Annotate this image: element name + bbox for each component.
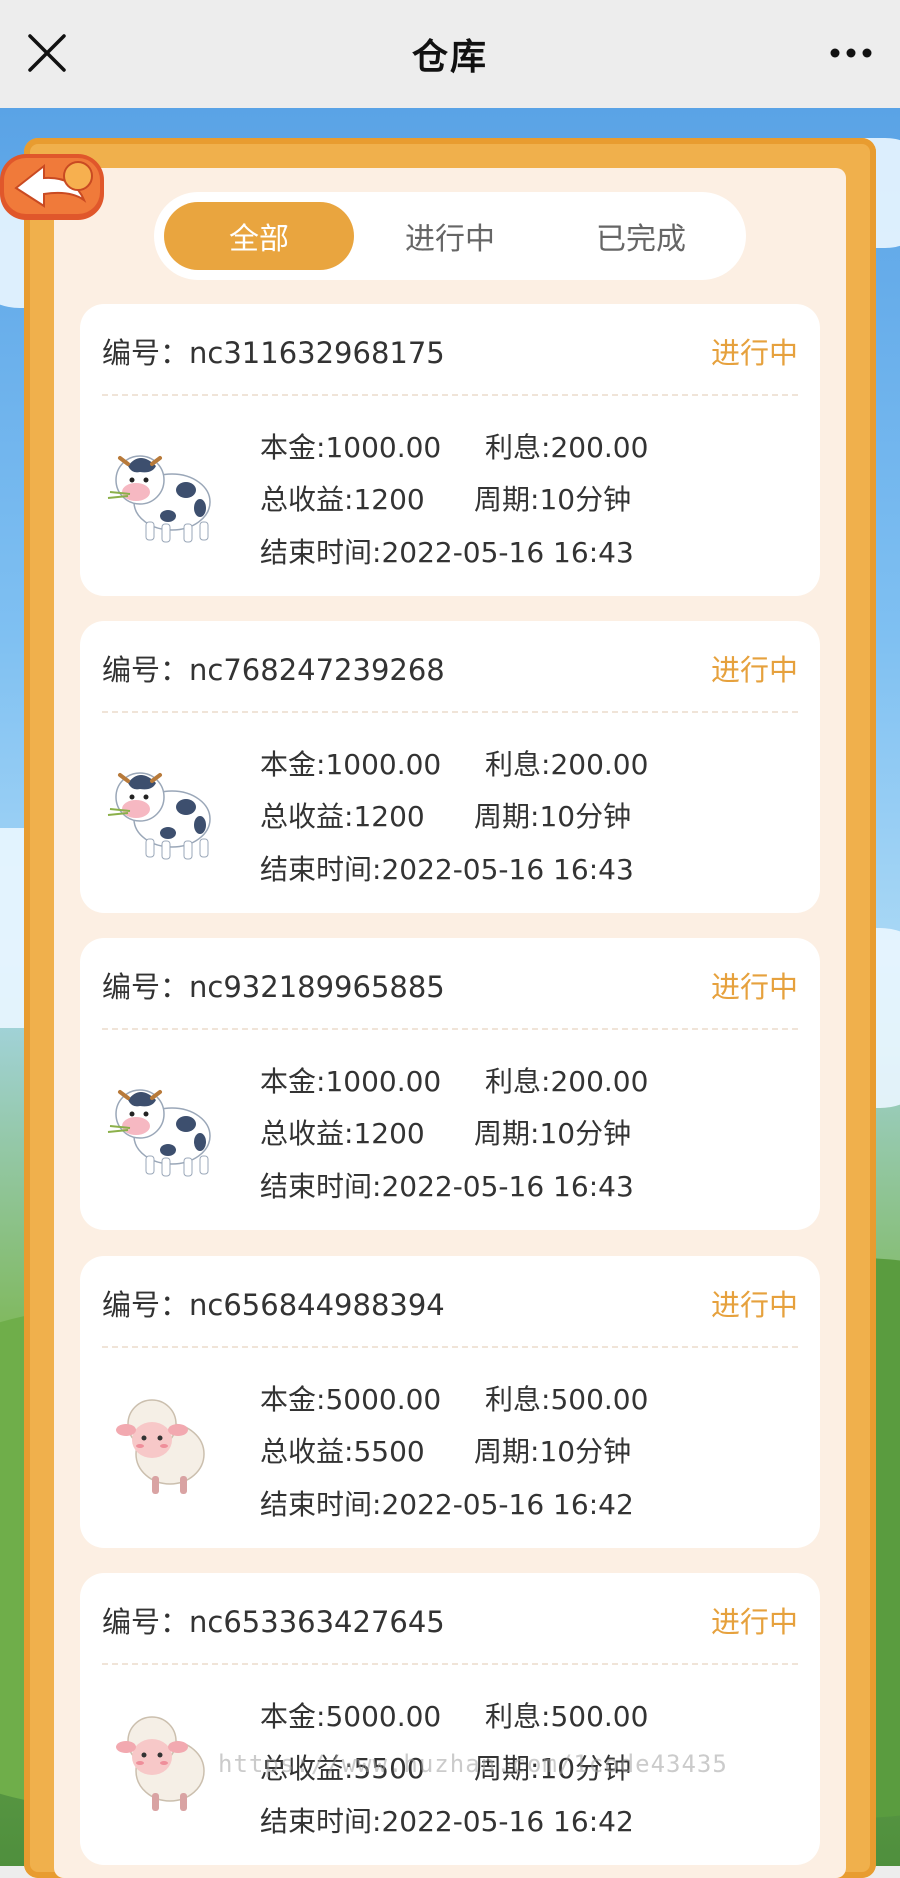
total-period-row: 总收益:5500 周期:10分钟 — [260, 1430, 631, 1470]
tab-in-progress[interactable]: 进行中 — [355, 202, 545, 270]
period: 周期:10分钟 — [474, 1435, 632, 1468]
order-id: 编号：nc932189965885 — [102, 970, 445, 1004]
end-time-row: 结束时间:2022-05-16 16:42 — [260, 1805, 634, 1838]
interest: 利息:200.00 — [485, 748, 649, 781]
back-arrow-icon[interactable] — [0, 148, 110, 226]
cow-icon — [106, 432, 214, 550]
period: 周期:10分钟 — [474, 800, 632, 833]
page-title: 仓库 — [411, 37, 488, 78]
close-icon[interactable] — [24, 30, 70, 76]
total-earnings: 总收益:1200 — [260, 800, 425, 833]
sheep-icon — [106, 1384, 214, 1502]
order-status: 进行中 — [710, 336, 798, 370]
principal-interest-row: 本金:1000.00 利息:200.00 — [260, 1060, 648, 1100]
period: 周期:10分钟 — [474, 483, 632, 516]
principal: 本金:1000.00 — [260, 431, 442, 464]
order-card[interactable]: 编号：nc656844988394 进行中 本金:5000.00 利息:500.… — [80, 1256, 820, 1548]
principal-interest-row: 本金:5000.00 利息:500.00 — [260, 1695, 648, 1735]
principal: 本金:5000.00 — [260, 1700, 442, 1733]
total-period-row: 总收益:1200 周期:10分钟 — [260, 795, 631, 835]
cow-icon — [106, 1066, 214, 1184]
order-id: 编号：nc311632968175 — [102, 336, 445, 370]
total-earnings: 总收益:1200 — [260, 483, 425, 516]
period: 周期:10分钟 — [474, 1117, 632, 1150]
principal: 本金:1000.00 — [260, 748, 442, 781]
end-time-row: 结束时间:2022-05-16 16:43 — [260, 1170, 634, 1203]
total-earnings: 总收益:1200 — [260, 1117, 425, 1150]
more-icon[interactable] — [828, 36, 874, 70]
end-time-row: 结束时间:2022-05-16 16:42 — [260, 1488, 634, 1521]
divider — [102, 1346, 798, 1348]
principal-interest-row: 本金:1000.00 利息:200.00 — [260, 426, 648, 466]
end-time-row: 结束时间:2022-05-16 16:43 — [260, 853, 634, 886]
interest: 利息:200.00 — [485, 431, 649, 464]
principal: 本金:5000.00 — [260, 1383, 442, 1416]
watermark: https://www.huzhan.com/1code43435 — [218, 1750, 728, 1778]
interest: 利息:200.00 — [485, 1065, 649, 1098]
order-status: 进行中 — [710, 970, 798, 1004]
order-card[interactable]: 编号：nc768247239268 进行中 本金:1000.00 利息:200.… — [80, 621, 820, 913]
principal-interest-row: 本金:5000.00 利息:500.00 — [260, 1378, 648, 1418]
order-card[interactable]: 编号：nc932189965885 进行中 本金:1000.00 利息:200.… — [80, 938, 820, 1230]
order-id: 编号：nc656844988394 — [102, 1288, 445, 1322]
divider — [102, 711, 798, 713]
order-status: 进行中 — [710, 1605, 798, 1639]
principal-interest-row: 本金:1000.00 利息:200.00 — [260, 743, 648, 783]
total-period-row: 总收益:1200 周期:10分钟 — [260, 1112, 631, 1152]
order-status: 进行中 — [710, 1288, 798, 1322]
total-period-row: 总收益:1200 周期:10分钟 — [260, 478, 631, 518]
order-id: 编号：nc653363427645 — [102, 1605, 445, 1639]
interest: 利息:500.00 — [485, 1383, 649, 1416]
order-card[interactable]: 编号：nc653363427645 进行中 本金:5000.00 利息:500.… — [80, 1573, 820, 1865]
sheep-icon — [106, 1701, 214, 1819]
order-card[interactable]: 编号：nc311632968175 进行中 本金:1000.00 利息:200.… — [80, 304, 820, 596]
tab-all[interactable]: 全部 — [164, 202, 354, 270]
status-tabs: 全部 进行中 已完成 — [154, 192, 746, 280]
end-time-row: 结束时间:2022-05-16 16:43 — [260, 536, 634, 569]
divider — [102, 1028, 798, 1030]
order-status: 进行中 — [710, 653, 798, 687]
tab-completed[interactable]: 已完成 — [546, 202, 736, 270]
cow-icon — [106, 749, 214, 867]
nav-bar: 仓库 — [0, 0, 900, 108]
divider — [102, 394, 798, 396]
total-earnings: 总收益:5500 — [260, 1435, 425, 1468]
principal: 本金:1000.00 — [260, 1065, 442, 1098]
interest: 利息:500.00 — [485, 1700, 649, 1733]
divider — [102, 1663, 798, 1665]
order-id: 编号：nc768247239268 — [102, 653, 445, 687]
